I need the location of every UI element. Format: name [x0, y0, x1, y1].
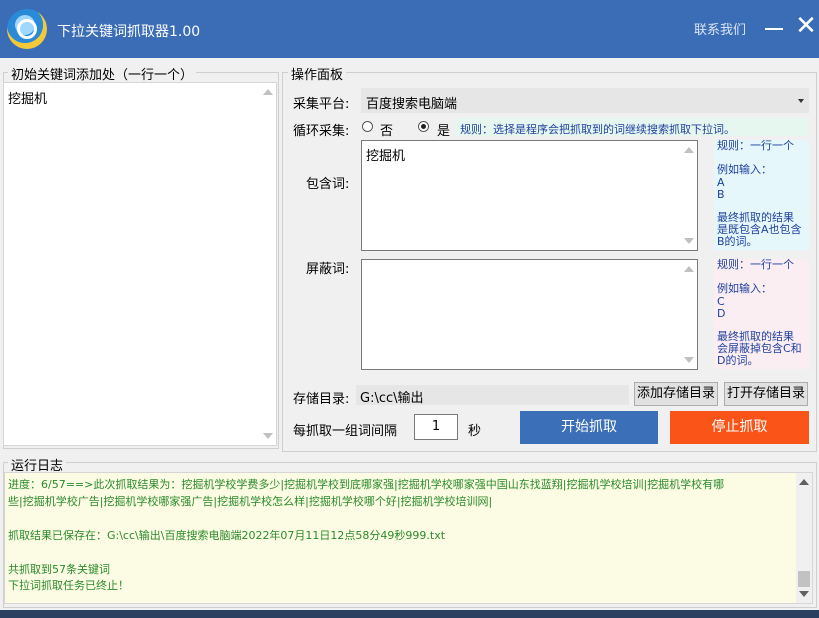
app-logo-icon: [7, 9, 47, 49]
include-note-line: 例如输入：: [717, 163, 772, 176]
loop-no-label[interactable]: 否: [380, 120, 393, 139]
save-dir-label: 存储目录:: [293, 392, 350, 407]
block-rule-note: 规则：一行一个 例如输入： C D 最终抓取的结果 会屏蔽掉包含C和 D的词。: [714, 259, 809, 369]
scroll-down-icon[interactable]: [684, 238, 694, 244]
interval-input[interactable]: 1: [414, 414, 458, 440]
platform-select[interactable]: 百度搜索电脑端: [361, 88, 809, 113]
loop-no-radio[interactable]: [362, 121, 373, 132]
log-scrollbar[interactable]: [796, 473, 812, 603]
include-words-input[interactable]: 挖掘机: [361, 140, 698, 251]
include-note-line: B的词。: [717, 235, 758, 248]
platform-label: 采集平台:: [293, 97, 350, 112]
add-dir-button[interactable]: 添加存储目录: [634, 382, 718, 406]
log-scroll-thumb[interactable]: [798, 571, 810, 587]
chevron-down-icon: [798, 99, 804, 103]
log-line: 下拉词抓取任务已终止！: [8, 579, 129, 592]
scroll-up-icon[interactable]: [799, 479, 809, 485]
stop-button[interactable]: 停止抓取: [670, 411, 809, 444]
block-scrollbar[interactable]: [681, 260, 697, 369]
app-title: 下拉关键词抓取器1.00: [57, 24, 201, 40]
loop-label: 循环采集:: [293, 124, 350, 139]
loop-yes-radio[interactable]: [418, 121, 429, 132]
block-note-line: D: [717, 307, 726, 320]
include-scrollbar[interactable]: [681, 141, 697, 250]
scroll-up-icon[interactable]: [263, 89, 273, 95]
block-label: 屏蔽词:: [306, 262, 350, 277]
log-line: 些|挖掘机学校广告|挖掘机学校哪家强广告|挖掘机学校怎么样|挖掘机学校哪个好|挖…: [8, 495, 493, 508]
block-note-line: D的词。: [717, 354, 759, 367]
scroll-down-icon[interactable]: [263, 433, 273, 439]
operation-panel-title: 操作面板: [288, 64, 347, 83]
block-note-line: 规则：一行一个: [717, 258, 794, 271]
contact-us-link[interactable]: 联系我们: [694, 19, 746, 38]
save-dir-field: G:\cc\输出: [356, 385, 629, 406]
scroll-down-icon[interactable]: [684, 357, 694, 363]
log-line: 进度：6/57==>此次抓取结果为：挖掘机学校学费多少|挖掘机学校到底哪家强|挖…: [8, 478, 725, 491]
loop-rule-hint: 规则：选择是程序会把抓取到的词继续搜索抓取下拉词。: [460, 123, 735, 136]
log-line: 共抓取到57条关键词: [8, 563, 110, 576]
include-note-line: 规则：一行一个: [717, 139, 794, 152]
interval-unit: 秒: [468, 424, 482, 439]
scroll-up-icon[interactable]: [684, 266, 694, 272]
scroll-up-icon[interactable]: [684, 147, 694, 153]
open-dir-button[interactable]: 打开存储目录: [724, 382, 808, 406]
loop-yes-label[interactable]: 是: [437, 120, 450, 139]
run-log-box[interactable]: 进度：6/57==>此次抓取结果为：挖掘机学校学费多少|挖掘机学校到底哪家强|挖…: [4, 472, 813, 604]
minimize-icon[interactable]: [764, 15, 784, 39]
platform-select-value: 百度搜索电脑端: [366, 97, 458, 112]
keywords-scrollbar[interactable]: [260, 83, 276, 445]
log-line: 抓取结果已保存在：G:\cc\输出\百度搜索电脑端2022年07月11日12点5…: [8, 529, 446, 542]
interval-label: 每抓取一组词间隔: [293, 424, 398, 439]
include-label: 包含词:: [306, 177, 350, 192]
save-dir-value: G:\cc\输出: [360, 391, 424, 406]
block-words-input[interactable]: [361, 259, 698, 370]
include-words-text: 挖掘机: [366, 149, 406, 164]
keyword-text: 挖掘机: [8, 92, 48, 107]
close-icon[interactable]: ✕: [794, 13, 818, 40]
title-bar: 下拉关键词抓取器1.00 联系我们 ✕: [0, 0, 819, 58]
scroll-down-icon[interactable]: [799, 591, 809, 597]
include-note-line: B: [717, 188, 725, 201]
include-rule-note: 规则：一行一个 例如输入： A B 最终抓取的结果 是既包含A也包含 B的词。: [714, 140, 809, 250]
initial-keywords-input[interactable]: 挖掘机: [3, 82, 277, 446]
taskbar-strip: [0, 610, 819, 618]
initial-keywords-title: 初始关键词添加处（一行一个）: [8, 64, 197, 83]
block-note-line: 例如输入：: [717, 282, 772, 295]
start-button[interactable]: 开始抓取: [520, 411, 658, 444]
